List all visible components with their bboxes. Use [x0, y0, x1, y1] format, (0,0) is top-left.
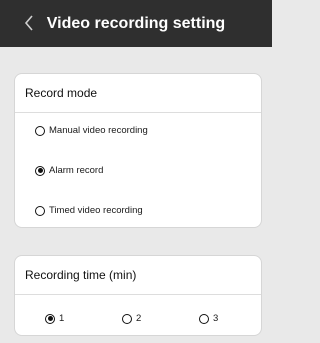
- record-mode-title: Record mode: [15, 74, 261, 113]
- record-mode-card: Record mode Manual video recording Alarm…: [14, 73, 262, 228]
- radio-selected-dot: [47, 316, 53, 321]
- option-label: Alarm record: [49, 165, 104, 176]
- recording-time-title: Recording time (min): [15, 256, 261, 295]
- option-time-1[interactable]: 1: [45, 313, 64, 324]
- radio-button[interactable]: [45, 313, 55, 324]
- radio-button[interactable]: [35, 205, 45, 216]
- page-title: Video recording setting: [46, 15, 226, 32]
- option-manual-video-recording[interactable]: Manual video recording: [35, 125, 148, 136]
- option-label: 2: [136, 313, 142, 324]
- recording-time-card: Recording time (min) 1 2 3: [14, 255, 262, 336]
- option-label: Timed video recording: [49, 205, 143, 216]
- radio-selected-dot: [37, 168, 43, 173]
- radio-button[interactable]: [122, 313, 132, 324]
- option-label: Manual video recording: [49, 125, 148, 136]
- option-timed-video-recording[interactable]: Timed video recording: [35, 205, 143, 216]
- option-alarm-record[interactable]: Alarm record: [35, 165, 103, 176]
- option-time-3[interactable]: 3: [199, 313, 218, 324]
- radio-button[interactable]: [199, 313, 209, 324]
- option-label: 3: [213, 313, 219, 324]
- radio-button[interactable]: [35, 165, 45, 176]
- radio-button[interactable]: [35, 125, 45, 136]
- option-label: 1: [59, 313, 65, 324]
- option-time-2[interactable]: 2: [122, 313, 141, 324]
- top-bar: Video recording setting: [0, 0, 272, 47]
